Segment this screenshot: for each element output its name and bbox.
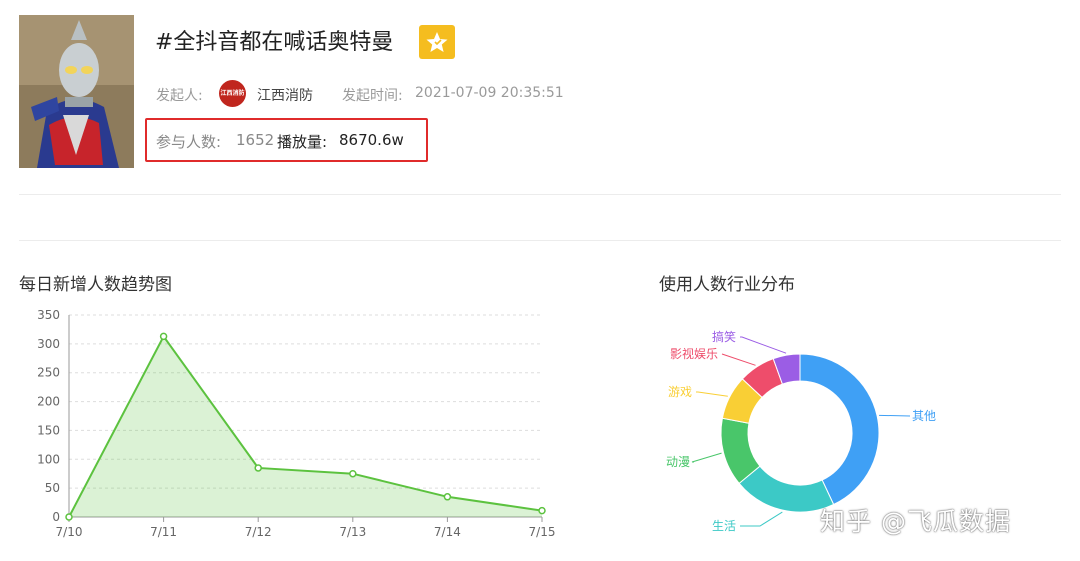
initiator-name-link[interactable]: 江西消防 [257, 85, 313, 105]
data-point [65, 513, 73, 521]
slice-label: 游戏 [668, 385, 692, 399]
y-tick-label: 100 [37, 452, 60, 466]
plays-label: 播放量: [277, 133, 328, 151]
start-time-label: 发起时间: [342, 88, 403, 104]
y-tick-label: 200 [37, 395, 60, 409]
plays-value: 8670.6w [339, 131, 404, 149]
data-point [538, 506, 546, 515]
x-tick-label: 7/14 [434, 525, 461, 539]
x-tick-label: 7/15 [529, 525, 556, 539]
y-tick-label: 50 [45, 481, 60, 495]
y-tick-label: 300 [37, 337, 60, 351]
x-tick-label: 7/13 [339, 525, 366, 539]
label-leader-line [691, 452, 722, 463]
divider [19, 240, 1061, 241]
data-point [443, 493, 452, 501]
initiator-label: 发起人: [156, 88, 203, 104]
industry-chart-title: 使用人数行业分布 [659, 275, 795, 295]
y-tick-label: 150 [37, 423, 60, 437]
donut-slice [799, 353, 880, 506]
data-point [159, 332, 168, 341]
star-icon [426, 32, 448, 52]
start-time-value: 2021-07-09 20:35:51 [415, 85, 564, 101]
x-tick-label: 7/10 [56, 525, 83, 539]
area-fill [69, 336, 542, 517]
label-leader-line [740, 511, 783, 527]
x-tick-label: 7/11 [150, 525, 177, 539]
slice-label: 其他 [912, 409, 936, 423]
y-tick-label: 250 [37, 366, 60, 380]
x-tick-label: 7/12 [245, 525, 272, 539]
slice-label: 动漫 [666, 455, 690, 469]
initiator-avatar[interactable]: 江西消防 [219, 80, 246, 107]
slice-label: 生活 [712, 519, 736, 533]
participants-value: 1652 [236, 131, 275, 149]
ultraman-figure-image [19, 15, 134, 168]
topic-title: #全抖音都在喊话奥特曼 [155, 30, 394, 55]
label-leader-line [696, 391, 728, 397]
participants-label: 参与人数: [156, 133, 222, 151]
divider [19, 194, 1061, 195]
trend-area-chart: 0 50 100 150 200 250 300 350 7/10 7/11 7/12 7/13 7/1… [37, 308, 556, 539]
trend-chart-title: 每日新增人数趋势图 [19, 275, 172, 295]
topic-cover-image [19, 15, 134, 168]
data-point [254, 464, 262, 472]
favorite-star-button[interactable] [419, 25, 455, 59]
slice-label: 影视娱乐 [670, 346, 718, 361]
slice-label: 搞笑 [712, 329, 736, 344]
watermark-text: 知乎 @飞瓜数据 [820, 507, 1011, 536]
label-leader-line [740, 336, 787, 354]
y-tick-label: 0 [52, 510, 60, 524]
y-tick-label: 350 [37, 308, 60, 322]
label-leader-line [721, 353, 756, 366]
label-leader-line [879, 414, 911, 417]
data-point [349, 469, 357, 478]
